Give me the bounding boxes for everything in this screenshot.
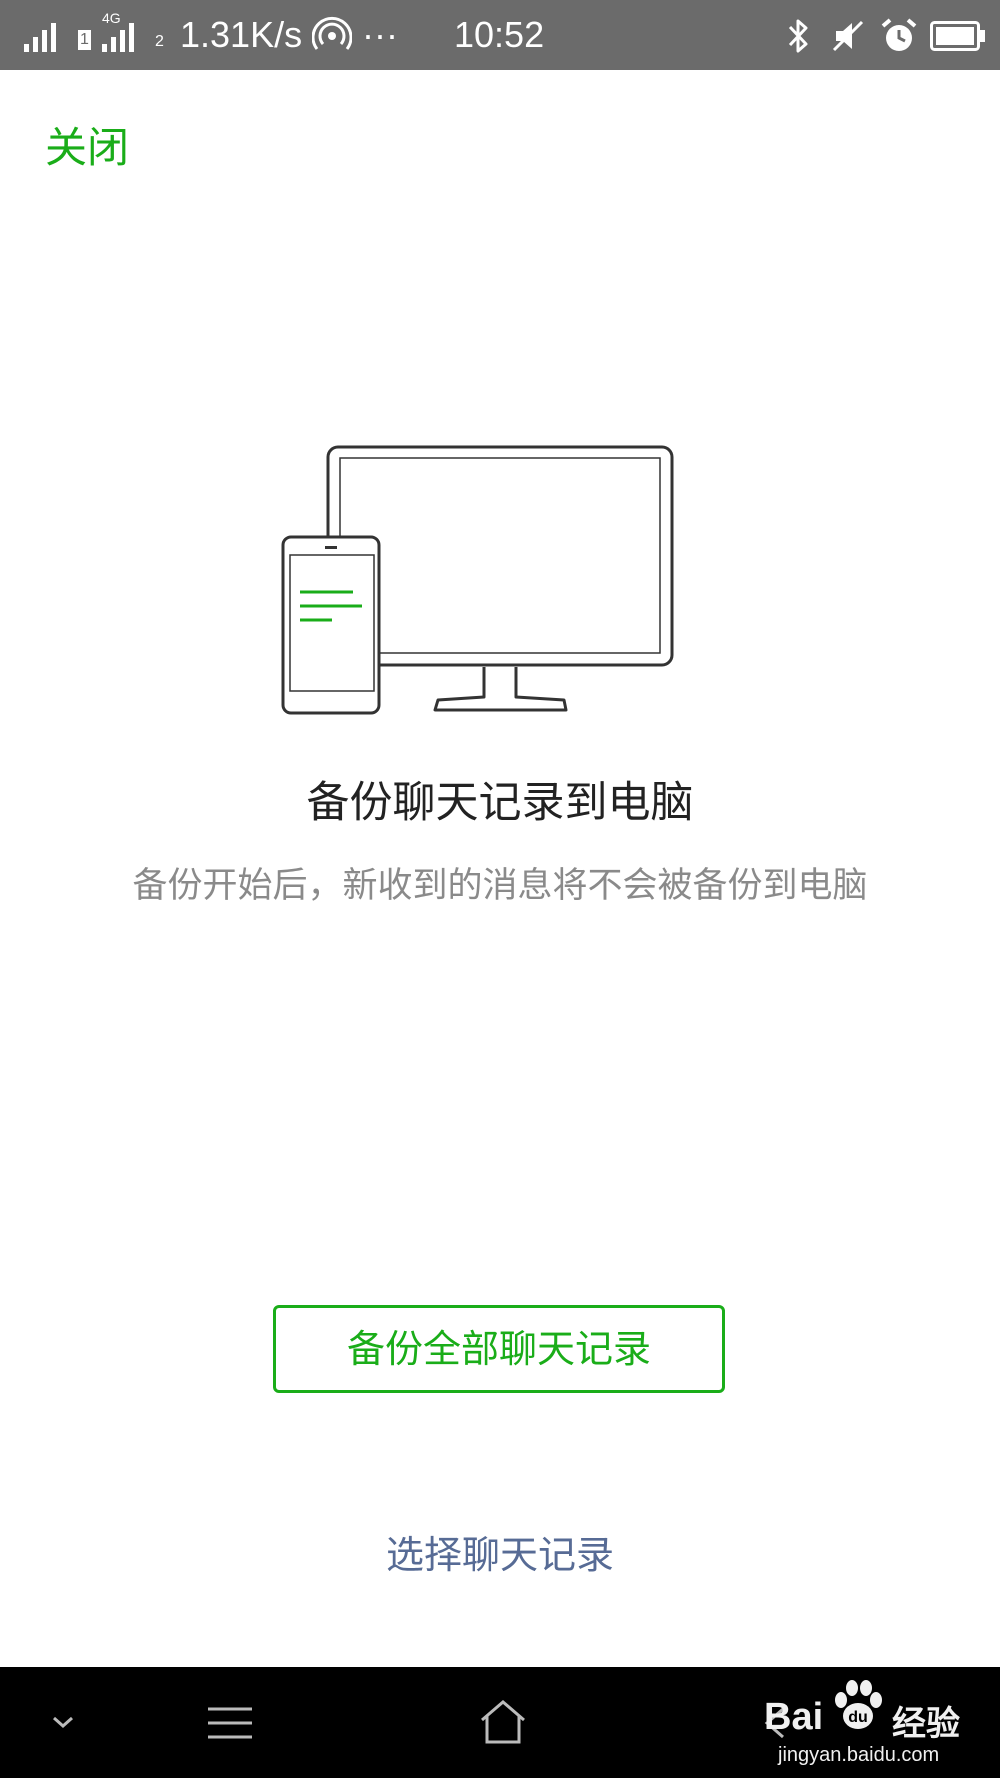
menu-icon[interactable] [205, 1703, 255, 1743]
more-indicator: ··· [362, 14, 398, 55]
hotspot-icon [312, 16, 352, 50]
page-title: 备份聊天记录到电脑 [306, 778, 694, 828]
watermark-url: jingyan.baidu.com [778, 1744, 940, 1766]
select-chats-link[interactable]: 选择聊天记录 [0, 1527, 1000, 1583]
chevron-down-icon[interactable] [48, 1713, 78, 1733]
bluetooth-icon [788, 19, 808, 53]
phone-to-monitor-icon [281, 445, 674, 715]
watermark-brand-right: 经验 [892, 1705, 960, 1743]
mute-icon [832, 20, 864, 52]
sim1-label: 1 [78, 30, 91, 50]
paw-icon: du [835, 1680, 882, 1729]
sim2-label: 2 [155, 33, 164, 50]
backup-all-button[interactable]: 备份全部聊天记录 [273, 1305, 725, 1393]
battery-icon [930, 21, 985, 51]
network-speed: 1.31K/s [180, 14, 303, 55]
close-button[interactable]: 关闭 [45, 120, 129, 176]
watermark-brand-left: Bai [764, 1696, 824, 1738]
page-subtitle: 备份开始后，新收到的消息将不会被备份到电脑 [132, 866, 868, 906]
status-bar: 1 4G 2 1.31K/s ··· 10:52 [0, 0, 1000, 70]
watermark: Bai du 经验 jingyan.baidu.com [760, 1672, 995, 1772]
signal-icon [24, 23, 56, 52]
home-icon[interactable] [478, 1698, 528, 1748]
signal-icon [102, 23, 134, 52]
svg-text:du: du [848, 1709, 868, 1726]
clock: 10:52 [454, 14, 545, 55]
alarm-icon [881, 18, 917, 51]
